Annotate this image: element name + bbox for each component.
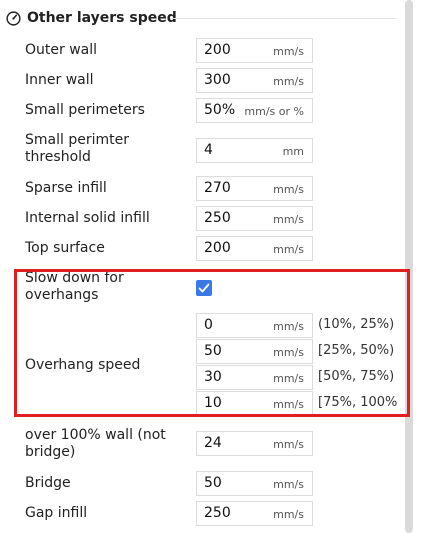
small-perimeter-threshold-value[interactable]: 4 bbox=[204, 142, 213, 158]
sparse-infill-input[interactable]: 270 mm/s bbox=[196, 176, 313, 201]
top-surface-unit: mm/s bbox=[273, 243, 304, 256]
gauge-icon bbox=[6, 10, 21, 26]
small-perimeter-threshold-label-line2: threshold bbox=[25, 149, 91, 165]
sparse-infill-unit: mm/s bbox=[273, 183, 304, 196]
top-surface-label: Top surface bbox=[25, 240, 105, 256]
bridge-input[interactable]: 50 mm/s bbox=[196, 471, 313, 496]
bridge-value[interactable]: 50 bbox=[204, 475, 222, 491]
over-100-wall-input[interactable]: 24 mm/s bbox=[196, 431, 313, 456]
internal-solid-infill-value[interactable]: 250 bbox=[204, 210, 231, 226]
small-perimeters-value[interactable]: 50% bbox=[204, 102, 235, 118]
small-perimeters-label: Small perimeters bbox=[25, 102, 145, 118]
section-title: Other layers speed bbox=[27, 10, 177, 26]
sparse-infill-label: Sparse infill bbox=[25, 180, 107, 196]
over-100-wall-label: over 100% wall (not bridge) bbox=[25, 427, 166, 461]
inner-wall-value[interactable]: 300 bbox=[204, 72, 231, 88]
gap-infill-input[interactable]: 250 mm/s bbox=[196, 501, 313, 526]
scrollbar-thumb[interactable] bbox=[405, 0, 413, 533]
small-perimeters-input[interactable]: 50% mm/s or % bbox=[196, 98, 313, 123]
over-100-wall-label-line2: bridge) bbox=[25, 444, 76, 460]
small-perimeters-unit: mm/s or % bbox=[244, 105, 304, 118]
internal-solid-infill-label: Internal solid infill bbox=[25, 210, 150, 226]
inner-wall-unit: mm/s bbox=[273, 75, 304, 88]
over-100-wall-unit: mm/s bbox=[273, 438, 304, 451]
bridge-label: Bridge bbox=[25, 475, 71, 491]
internal-solid-infill-input[interactable]: 250 mm/s bbox=[196, 206, 313, 231]
small-perimeter-threshold-unit: mm bbox=[282, 145, 304, 158]
gap-infill-unit: mm/s bbox=[273, 508, 304, 521]
small-perimeter-threshold-label: Small perimter threshold bbox=[25, 132, 129, 166]
top-surface-value[interactable]: 200 bbox=[204, 240, 231, 256]
small-perimeter-threshold-label-line1: Small perimter bbox=[25, 132, 129, 148]
outer-wall-unit: mm/s bbox=[273, 45, 304, 58]
bridge-unit: mm/s bbox=[273, 478, 304, 491]
section-header: Other layers speed bbox=[6, 8, 177, 28]
highlight-box bbox=[14, 269, 410, 417]
gap-infill-value[interactable]: 250 bbox=[204, 505, 231, 521]
top-surface-input[interactable]: 200 mm/s bbox=[196, 236, 313, 261]
over-100-wall-value[interactable]: 24 bbox=[204, 435, 222, 451]
gap-infill-label: Gap infill bbox=[25, 505, 88, 521]
outer-wall-value[interactable]: 200 bbox=[204, 42, 231, 58]
outer-wall-label: Outer wall bbox=[25, 42, 98, 58]
internal-solid-infill-unit: mm/s bbox=[273, 213, 304, 226]
section-divider bbox=[170, 18, 396, 19]
small-perimeter-threshold-input[interactable]: 4 mm bbox=[196, 138, 313, 163]
sparse-infill-value[interactable]: 270 bbox=[204, 180, 231, 196]
outer-wall-input[interactable]: 200 mm/s bbox=[196, 38, 313, 63]
over-100-wall-label-line1: over 100% wall (not bbox=[25, 427, 166, 443]
inner-wall-label: Inner wall bbox=[25, 72, 94, 88]
inner-wall-input[interactable]: 300 mm/s bbox=[196, 68, 313, 93]
